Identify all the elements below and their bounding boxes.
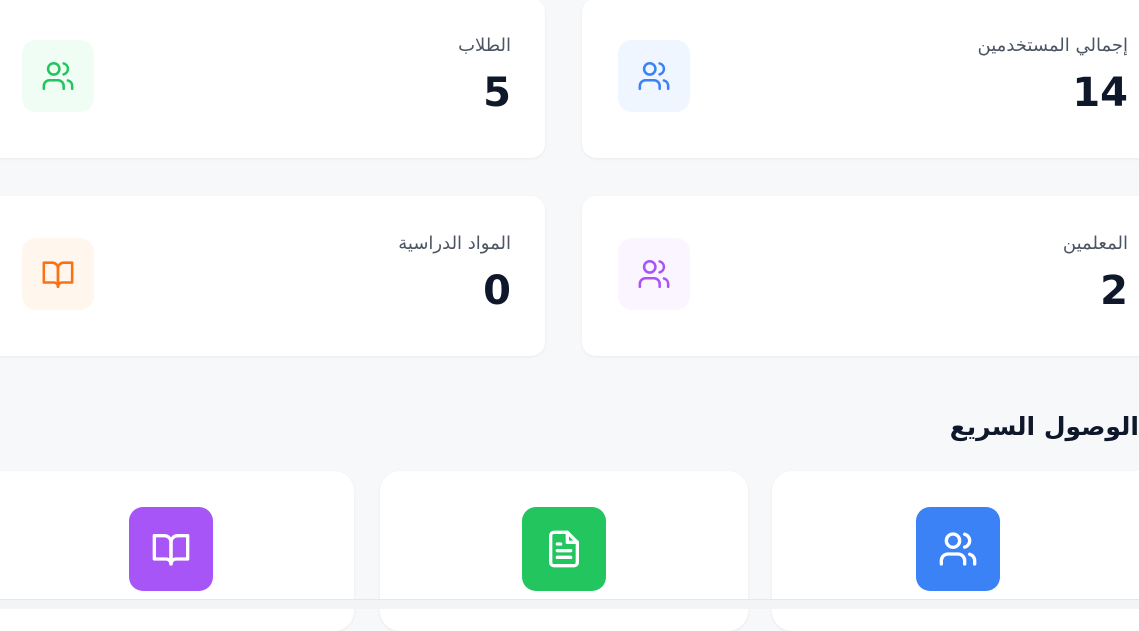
stat-label: المعلمين	[1062, 233, 1128, 254]
stat-label: إجمالي المستخدمين	[977, 35, 1128, 56]
stat-card-teachers: المعلمين 2	[582, 196, 1139, 356]
bottom-scrollbar[interactable]	[0, 599, 1139, 609]
stat-value: 0	[483, 268, 511, 314]
quick-access-title: الوصول السريع	[949, 412, 1139, 441]
stat-label: الطلاب	[458, 35, 511, 56]
stat-card-total-users: إجمالي المستخدمين 14	[582, 0, 1139, 158]
users-icon	[916, 507, 1000, 591]
users-icon	[618, 40, 690, 112]
file-text-icon	[522, 507, 606, 591]
stat-value: 14	[1072, 70, 1128, 116]
stat-card-subjects: المواد الدراسية 0	[0, 196, 545, 356]
stat-label: المواد الدراسية	[398, 233, 511, 254]
stat-card-students: الطلاب 5	[0, 0, 545, 158]
stat-value: 5	[483, 70, 511, 116]
users-icon	[22, 40, 94, 112]
book-open-icon	[129, 507, 213, 591]
stat-value: 2	[1100, 268, 1128, 314]
book-open-icon	[22, 238, 94, 310]
users-icon	[618, 238, 690, 310]
